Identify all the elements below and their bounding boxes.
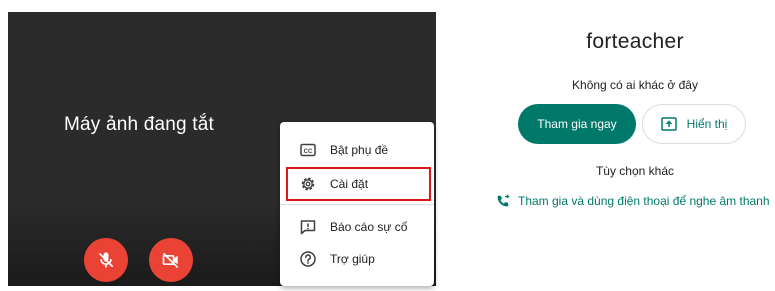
- top-margin: [0, 0, 775, 12]
- help-icon: [299, 250, 317, 268]
- videocam-off-icon: [162, 252, 179, 269]
- present-button[interactable]: Hiển thị: [642, 104, 746, 144]
- camera-toggle-button[interactable]: [149, 238, 193, 282]
- more-options-menu: CC Bật phụ đề Cài đặt Báo cáo sự cố Trợ …: [280, 122, 434, 286]
- camera-off-message: Máy ảnh đang tắt: [64, 114, 215, 135]
- settings-highlight-box: [286, 167, 431, 201]
- meeting-status: Không có ai khác ở đây: [572, 78, 698, 92]
- captions-icon: CC: [299, 141, 317, 159]
- menu-divider: [280, 204, 434, 205]
- menu-item-label: Bật phụ đề: [330, 143, 389, 157]
- menu-item-captions[interactable]: CC Bật phụ đề: [280, 135, 434, 165]
- other-options-heading: Tùy chọn khác: [595, 164, 675, 178]
- phone-forward-icon: [496, 194, 510, 208]
- menu-item-help[interactable]: Trợ giúp: [280, 244, 434, 274]
- present-screen-icon: [660, 117, 677, 131]
- meeting-title: forteacher: [586, 30, 684, 53]
- join-by-phone-label: Tham gia và dùng điện thoại để nghe âm t…: [518, 194, 770, 208]
- menu-item-label: Báo cáo sự cố: [330, 220, 408, 234]
- menu-item-label: Trợ giúp: [330, 252, 375, 266]
- join-now-label: Tham gia ngay: [537, 117, 617, 131]
- join-now-button[interactable]: Tham gia ngay: [518, 104, 636, 144]
- report-problem-icon: [299, 218, 317, 236]
- microphone-toggle-button[interactable]: [84, 238, 128, 282]
- svg-text:CC: CC: [304, 149, 313, 155]
- mic-off-icon: [98, 252, 114, 268]
- join-by-phone-link[interactable]: Tham gia và dùng điện thoại để nghe âm t…: [496, 193, 770, 209]
- present-label: Hiển thị: [686, 117, 728, 131]
- menu-item-report-problem[interactable]: Báo cáo sự cố: [280, 212, 434, 242]
